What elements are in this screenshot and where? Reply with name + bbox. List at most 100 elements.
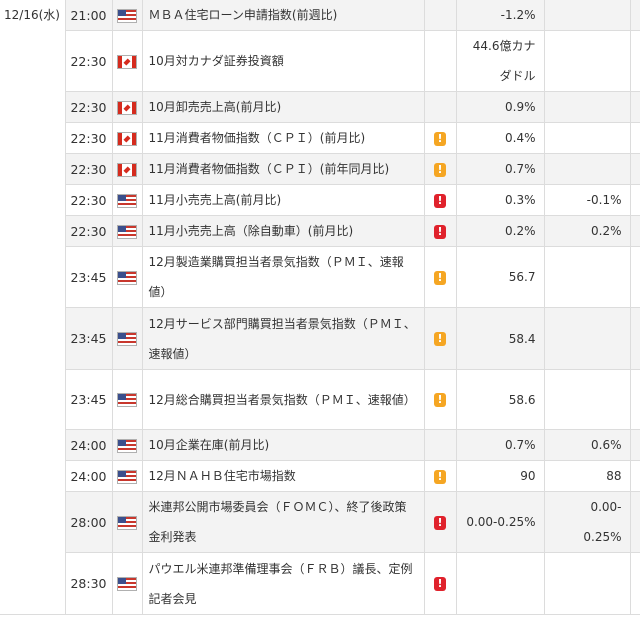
- flag-cell: [112, 429, 143, 461]
- importance-cell: !: [424, 369, 457, 430]
- indicator-name: 米連邦公開市場委員会（ＦＯＭＣ）、終了後政策金利発表: [142, 491, 425, 553]
- medium-importance-icon: !: [434, 393, 446, 407]
- us-flag-icon: [118, 394, 136, 406]
- date-cell: 12/16(水): [0, 0, 66, 615]
- flag-cell: [112, 184, 143, 216]
- forecast-value: -0.1%: [544, 184, 631, 216]
- forecast-value: [544, 0, 631, 31]
- previous-value: 0.7%: [456, 429, 545, 461]
- importance-cell: [424, 30, 457, 92]
- importance-cell: !: [424, 491, 457, 553]
- flag-cell: [112, 460, 143, 492]
- time-cell: 24:00: [65, 429, 113, 461]
- table-row: 12/16(水) 21:00 ＭＢＡ住宅ローン申請指数(前週比) -1.2%: [0, 0, 640, 615]
- indicator-name: 12月サービス部門購買担当者景気指数（ＰＭＩ、速報値）: [142, 307, 425, 370]
- table-row: 22:30 11月小売売上高(前月比)! 0.3% -0.1%: [0, 184, 640, 216]
- us-flag-icon: [118, 9, 136, 22]
- forecast-value: [544, 153, 631, 185]
- previous-value: 0.2%: [456, 215, 545, 247]
- flag-cell: [112, 307, 143, 370]
- forecast-value: [544, 246, 631, 308]
- result-value: [630, 460, 640, 492]
- table-row: 24:00 10月企業在庫(前月比) 0.7% 0.6%: [0, 429, 640, 461]
- table-row: 22:30 11月小売売上高（除自動車）(前月比)! 0.2% 0.2%: [0, 215, 640, 247]
- importance-cell: !: [424, 122, 457, 154]
- time-cell: 28:00: [65, 491, 113, 553]
- flag-cell: [112, 122, 143, 154]
- indicator-name: 12月総合購買担当者景気指数（ＰＭＩ、速報値）: [142, 369, 425, 430]
- indicator-name: 11月消費者物価指数（ＣＰＩ）(前年同月比): [142, 153, 425, 185]
- importance-cell: [424, 0, 457, 31]
- time-cell: 23:45: [65, 369, 113, 430]
- medium-importance-icon: !: [434, 162, 446, 177]
- table-row: 22:30 11月消費者物価指数（ＣＰＩ）(前年同月比)! 0.7%: [0, 153, 640, 185]
- importance-cell: !: [424, 184, 457, 216]
- indicator-name: 10月卸売売上高(前月比): [142, 91, 425, 123]
- previous-value: 90: [456, 460, 545, 492]
- time-cell: 23:45: [65, 307, 113, 370]
- importance-cell: [424, 91, 457, 123]
- indicator-name: 11月消費者物価指数（ＣＰＩ）(前月比): [142, 122, 425, 154]
- result-value: [630, 30, 640, 92]
- table-row: 22:30 11月消費者物価指数（ＣＰＩ）(前月比)! 0.4%: [0, 122, 640, 154]
- time-cell: 23:45: [65, 246, 113, 308]
- canada-flag-icon: [118, 163, 136, 176]
- time-cell: 22:30: [65, 30, 113, 92]
- us-flag-icon: [118, 333, 136, 345]
- result-value: [630, 552, 640, 615]
- flag-cell: [112, 215, 143, 247]
- importance-cell: !: [424, 215, 457, 247]
- us-flag-icon: [118, 439, 136, 452]
- importance-cell: !: [424, 246, 457, 308]
- importance-cell: !: [424, 153, 457, 185]
- medium-importance-icon: !: [434, 270, 446, 285]
- importance-cell: !: [424, 552, 457, 615]
- indicator-name: パウエル米連邦準備理事会（ＦＲＢ）議長、定例記者会見: [142, 552, 425, 615]
- high-importance-icon: !: [434, 224, 446, 239]
- result-value: [630, 246, 640, 308]
- table-row: 23:45 12月サービス部門購買担当者景気指数（ＰＭＩ、速報値）! 58.4: [0, 307, 640, 370]
- us-flag-icon: [118, 271, 136, 284]
- flag-cell: [112, 552, 143, 615]
- previous-value: 58.6: [456, 369, 545, 430]
- flag-cell: [112, 246, 143, 308]
- indicator-name: 11月小売売上高(前月比): [142, 184, 425, 216]
- us-flag-icon: [118, 194, 136, 207]
- result-value: [630, 307, 640, 370]
- us-flag-icon: [118, 470, 136, 483]
- time-cell: 22:30: [65, 153, 113, 185]
- result-value: [630, 429, 640, 461]
- canada-flag-icon: [118, 55, 136, 68]
- medium-importance-icon: !: [434, 131, 446, 146]
- table-row: 23:45 12月総合購買担当者景気指数（ＰＭＩ、速報値）! 58.6: [0, 369, 640, 430]
- previous-value: 0.9%: [456, 91, 545, 123]
- high-importance-icon: !: [434, 577, 446, 591]
- indicator-name: ＭＢＡ住宅ローン申請指数(前週比): [142, 0, 425, 31]
- indicator-name: 10月企業在庫(前月比): [142, 429, 425, 461]
- us-flag-icon: [118, 225, 136, 238]
- previous-value: 0.4%: [456, 122, 545, 154]
- table-row: 22:30 10月対カナダ証券投資額 44.6億カナダドル: [0, 30, 640, 92]
- time-cell: 28:30: [65, 552, 113, 615]
- result-value: [630, 122, 640, 154]
- flag-cell: [112, 153, 143, 185]
- result-value: [630, 91, 640, 123]
- previous-value: 0.00-0.25%: [456, 491, 545, 553]
- table-row: 24:00 12月ＮＡＨＢ住宅市場指数! 90 88: [0, 460, 640, 492]
- time-cell: 22:30: [65, 215, 113, 247]
- forecast-value: [544, 30, 631, 92]
- flag-cell: [112, 0, 143, 31]
- result-value: [630, 153, 640, 185]
- result-value: [630, 215, 640, 247]
- table-row: 23:45 12月製造業購買担当者景気指数（ＰＭＩ、速報値）! 56.7: [0, 246, 640, 308]
- forecast-value: 0.6%: [544, 429, 631, 461]
- table-row: 22:30 10月卸売売上高(前月比) 0.9%: [0, 91, 640, 123]
- table-row: 28:00 米連邦公開市場委員会（ＦＯＭＣ）、終了後政策金利発表! 0.00-0.2…: [0, 491, 640, 553]
- previous-value: 0.3%: [456, 184, 545, 216]
- high-importance-icon: !: [434, 193, 446, 208]
- indicator-name: 12月製造業購買担当者景気指数（ＰＭＩ、速報値）: [142, 246, 425, 308]
- time-cell: 24:00: [65, 460, 113, 492]
- time-cell: 22:30: [65, 91, 113, 123]
- forecast-value: [544, 552, 631, 615]
- flag-cell: [112, 369, 143, 430]
